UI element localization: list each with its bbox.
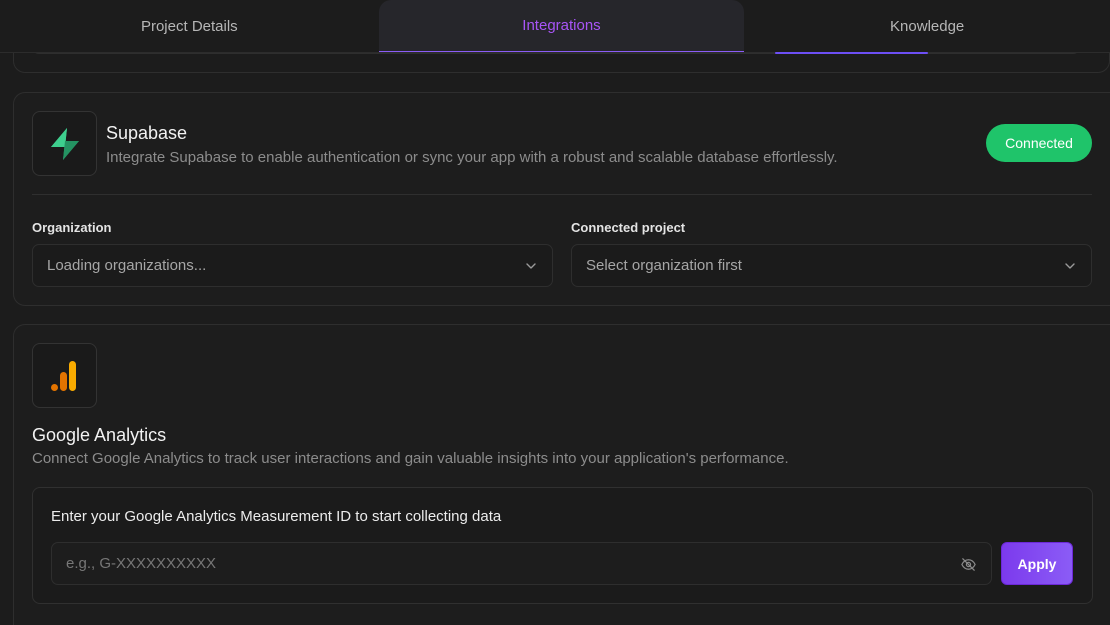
chevron-down-icon — [1065, 263, 1075, 269]
supabase-title: Supabase — [106, 123, 188, 143]
supabase-bolt-icon — [50, 127, 79, 160]
connected-project-select[interactable]: Select organization first — [571, 244, 1092, 287]
measurement-id-panel: Enter your Google Analytics Measurement … — [32, 487, 1093, 604]
supabase-description: Integrate Supabase to enable authenticat… — [106, 149, 838, 166]
organization-select[interactable]: Loading organizations... — [32, 244, 553, 287]
previous-card-accent — [775, 52, 928, 54]
organization-label: Organization — [32, 220, 112, 235]
google-analytics-card: Google Analytics Connect Google Analytic… — [13, 324, 1110, 625]
eye-off-icon[interactable] — [960, 556, 977, 573]
tab-bar: Project Details Integrations Knowledge — [0, 0, 1110, 53]
google-analytics-description: Connect Google Analytics to track user i… — [32, 450, 789, 467]
tab-integrations[interactable]: Integrations — [378, 0, 745, 52]
supabase-divider — [32, 194, 1092, 195]
connected-status-badge: Connected — [986, 124, 1092, 162]
measurement-id-field — [51, 542, 992, 585]
google-analytics-icon — [50, 360, 76, 391]
supabase-card: Supabase Integrate Supabase to enable au… — [13, 92, 1110, 306]
google-analytics-logo — [32, 343, 97, 408]
connected-project-select-value: Select organization first — [586, 257, 742, 274]
tab-project-details[interactable]: Project Details — [0, 0, 379, 52]
google-analytics-title: Google Analytics — [32, 425, 167, 445]
organization-select-value: Loading organizations... — [47, 257, 207, 274]
apply-button[interactable]: Apply — [1001, 542, 1073, 585]
connected-project-label: Connected project — [571, 220, 686, 235]
supabase-logo — [32, 111, 97, 176]
measurement-id-input[interactable] — [52, 543, 932, 584]
measurement-id-prompt: Enter your Google Analytics Measurement … — [51, 508, 502, 525]
integrations-page: Project Details Integrations Knowledge S… — [0, 0, 1110, 625]
tab-knowledge[interactable]: Knowledge — [744, 0, 1110, 52]
chevron-down-icon — [526, 263, 536, 269]
